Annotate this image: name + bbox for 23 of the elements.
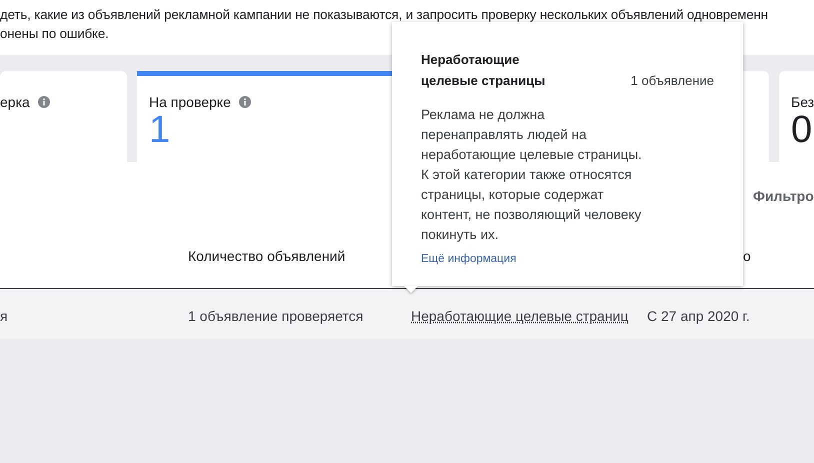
card-count: 0 xyxy=(791,110,814,150)
status-card[interactable]: Без 0 xyxy=(779,71,814,162)
filter-label: Фильтро xyxy=(753,188,814,204)
table-cell-text: 1 объявление проверяется xyxy=(188,307,364,324)
column-header: Количество объявлений xyxy=(188,248,346,264)
reason-link[interactable]: Неработающие целевые страниц xyxy=(411,304,647,324)
tooltip-title: Неработающие целевые страницы xyxy=(421,51,546,90)
table-cell-text: я xyxy=(0,307,9,324)
card-label: Без xyxy=(791,94,814,110)
more-info-link[interactable]: Ещё информация xyxy=(421,253,516,265)
tooltip-count: 1 объявление xyxy=(630,72,714,90)
info-icon[interactable] xyxy=(238,96,251,108)
intro-text: деть, какие из объявлений рекламной кампании не показываются, и запросить проверку нескольких объявлений одновременн xyxy=(0,6,769,24)
status-card[interactable]: На проверке 1 xyxy=(137,71,392,162)
card-label: ерка xyxy=(0,94,30,110)
intro-text: онены по ошибке. xyxy=(0,25,110,43)
card-count: 1 xyxy=(149,110,172,150)
tooltip-text: Реклама не должна перенаправлять людей на неработающие целевые страницы. К этой категории также относятся страницы, которые содержат контент, не позволяющий человеку покинуть их. xyxy=(421,106,643,244)
status-card[interactable]: ерка xyxy=(0,71,127,162)
column-header: о xyxy=(743,248,751,264)
info-icon[interactable] xyxy=(38,96,50,108)
table-cell-text: С 27 апр 2020 г. xyxy=(647,307,751,324)
card-label: На проверке xyxy=(149,94,231,110)
